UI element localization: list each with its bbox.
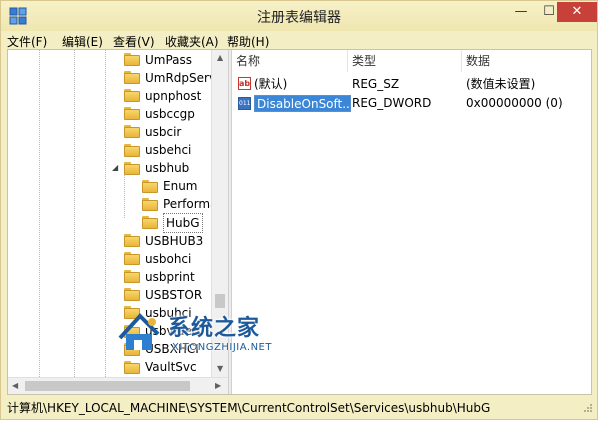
site-watermark: 系统之家 XITONGZHIJIA.NET <box>116 308 346 366</box>
folder-icon <box>124 107 140 121</box>
tree-item[interactable]: UmPass <box>124 50 192 68</box>
column-header-type[interactable]: 类型 <box>348 50 462 72</box>
tree-item-label: Enum <box>163 179 198 194</box>
tree-item[interactable]: HubG <box>142 212 203 233</box>
tree-horizontal-scroll-thumb[interactable] <box>25 381 190 391</box>
tree-item-label: USBSTOR <box>145 287 203 302</box>
tree-item[interactable]: usbprint <box>124 267 195 285</box>
folder-icon <box>124 89 140 103</box>
tree-item-label: usbprint <box>145 269 195 284</box>
menu-file[interactable]: 文件(F) <box>7 33 47 50</box>
folder-icon <box>124 288 140 302</box>
tree-item-label: usbccgp <box>145 106 195 121</box>
scroll-left-arrow-icon[interactable]: ◀ <box>12 381 18 390</box>
folder-icon <box>124 53 140 66</box>
tree-item-label: UmPass <box>145 52 193 67</box>
folder-icon <box>124 143 140 157</box>
folder-icon <box>124 71 140 85</box>
xitongzhijia-logo-icon <box>118 313 160 350</box>
binary-value-icon: 011 <box>238 97 251 110</box>
minimize-button[interactable]: — <box>507 2 535 22</box>
tree-item-label: usbcir <box>145 124 182 139</box>
value-type: REG_SZ <box>352 77 400 91</box>
tree-item[interactable]: upnphost <box>124 86 201 104</box>
tree-guide-line <box>39 50 40 377</box>
folder-icon <box>124 270 140 284</box>
watermark-english-text: XITONGZHIJIA.NET <box>172 342 272 353</box>
folder-icon <box>142 197 158 211</box>
rename-value-input[interactable]: DisableOnSoft... <box>254 95 351 112</box>
string-value-icon: ab <box>238 77 251 90</box>
menu-bar: 文件(F) 编辑(E) 查看(V) 收藏夹(A) 帮助(H) <box>1 31 597 49</box>
status-bar: 计算机\HKEY_LOCAL_MACHINE\SYSTEM\CurrentCon… <box>1 395 597 419</box>
folder-icon <box>124 125 140 139</box>
tree-item[interactable]: usbohci <box>124 249 191 267</box>
tree-item[interactable]: USBSTOR <box>124 285 202 303</box>
value-data: 0x00000000 (0) <box>466 96 563 110</box>
current-key-path: 计算机\HKEY_LOCAL_MACHINE\SYSTEM\CurrentCon… <box>7 401 491 415</box>
tree-item-label: USBHUB3 <box>145 233 204 248</box>
folder-icon <box>124 252 140 266</box>
close-button[interactable]: ✕ <box>557 2 597 22</box>
menu-edit[interactable]: 编辑(E) <box>62 33 103 50</box>
tree-item[interactable]: usbehci <box>124 141 191 159</box>
menu-favorites[interactable]: 收藏夹(A) <box>165 33 219 50</box>
title-bar[interactable]: 注册表编辑器 — ☐ ✕ <box>1 1 597 31</box>
scroll-up-arrow-icon[interactable]: ▲ <box>217 53 223 62</box>
tree-item-label: HubG <box>163 212 203 233</box>
folder-icon <box>124 161 140 175</box>
tree-item[interactable]: UmRdpServ <box>124 68 216 86</box>
tree-item-label: usbehci <box>145 143 192 157</box>
tree-guide-line <box>105 50 106 377</box>
value-name: (默认) <box>254 77 288 91</box>
column-header-data[interactable]: 数据 <box>462 50 591 72</box>
tree-item[interactable]: usbcir <box>124 122 181 140</box>
folder-icon <box>124 234 140 247</box>
tree-horizontal-scrollbar[interactable]: ◀ ▶ <box>8 377 228 394</box>
tree-item-label: usbhub <box>145 161 190 176</box>
value-row-default[interactable]: ab (默认) REG_SZ (数值未设置) <box>232 75 591 93</box>
tree-item[interactable]: Enum <box>142 177 197 195</box>
tree-guide-line <box>74 50 75 377</box>
tree-item[interactable]: Performa <box>142 195 217 213</box>
menu-view[interactable]: 查看(V) <box>113 33 155 50</box>
resize-grip-icon[interactable] <box>583 403 593 413</box>
tree-item-label: Performa <box>163 197 218 212</box>
menu-help[interactable]: 帮助(H) <box>227 33 269 50</box>
tree-item[interactable]: USBHUB3 <box>124 231 203 249</box>
value-type: REG_DWORD <box>352 96 432 110</box>
tree-item-label: upnphost <box>145 88 202 103</box>
expanded-arrow-icon[interactable]: ◢ <box>112 159 118 177</box>
tree-item[interactable]: usbccgp <box>124 104 195 122</box>
tree-item-label: UmRdpServ <box>145 70 217 85</box>
tree-item-label: usbohci <box>145 251 192 266</box>
tree-item[interactable]: ◢ usbhub <box>112 159 190 177</box>
folder-icon <box>142 179 158 193</box>
value-data: (数值未设置) <box>466 77 536 91</box>
folder-icon <box>142 216 158 230</box>
column-header-name[interactable]: 名称 <box>232 50 348 72</box>
tree-vertical-scroll-thumb[interactable] <box>215 294 225 308</box>
watermark-chinese-text: 系统之家 <box>168 316 261 341</box>
scroll-right-arrow-icon[interactable]: ▶ <box>215 381 221 390</box>
